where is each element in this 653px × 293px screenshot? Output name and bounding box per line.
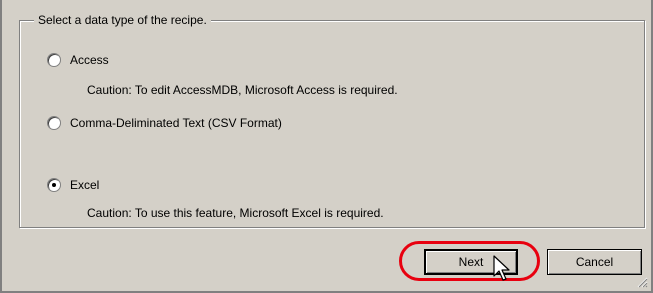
access-radio-option[interactable]: Access xyxy=(47,51,109,69)
csv-radio-option[interactable]: Comma-Deliminated Text (CSV Format) xyxy=(47,114,282,132)
cancel-button[interactable]: Cancel xyxy=(547,249,642,275)
excel-caution-text: Caution: To use this feature, Microsoft … xyxy=(87,206,384,220)
csv-radio-label: Comma-Deliminated Text (CSV Format) xyxy=(70,116,282,130)
groupbox-title: Select a data type of the recipe. xyxy=(34,12,211,28)
csv-radio-button[interactable] xyxy=(47,116,61,130)
excel-radio-button[interactable] xyxy=(47,178,61,192)
access-radio-label: Access xyxy=(70,53,109,67)
access-caution-text: Caution: To edit AccessMDB, Microsoft Ac… xyxy=(87,83,398,97)
excel-radio-option[interactable]: Excel xyxy=(47,176,99,194)
excel-radio-label: Excel xyxy=(70,178,100,192)
access-radio-button[interactable] xyxy=(47,53,61,67)
recipe-type-dialog: Select a data type of the recipe. Access… xyxy=(0,0,653,293)
resize-grip-icon[interactable] xyxy=(636,276,648,288)
next-button[interactable]: Next xyxy=(424,249,518,275)
